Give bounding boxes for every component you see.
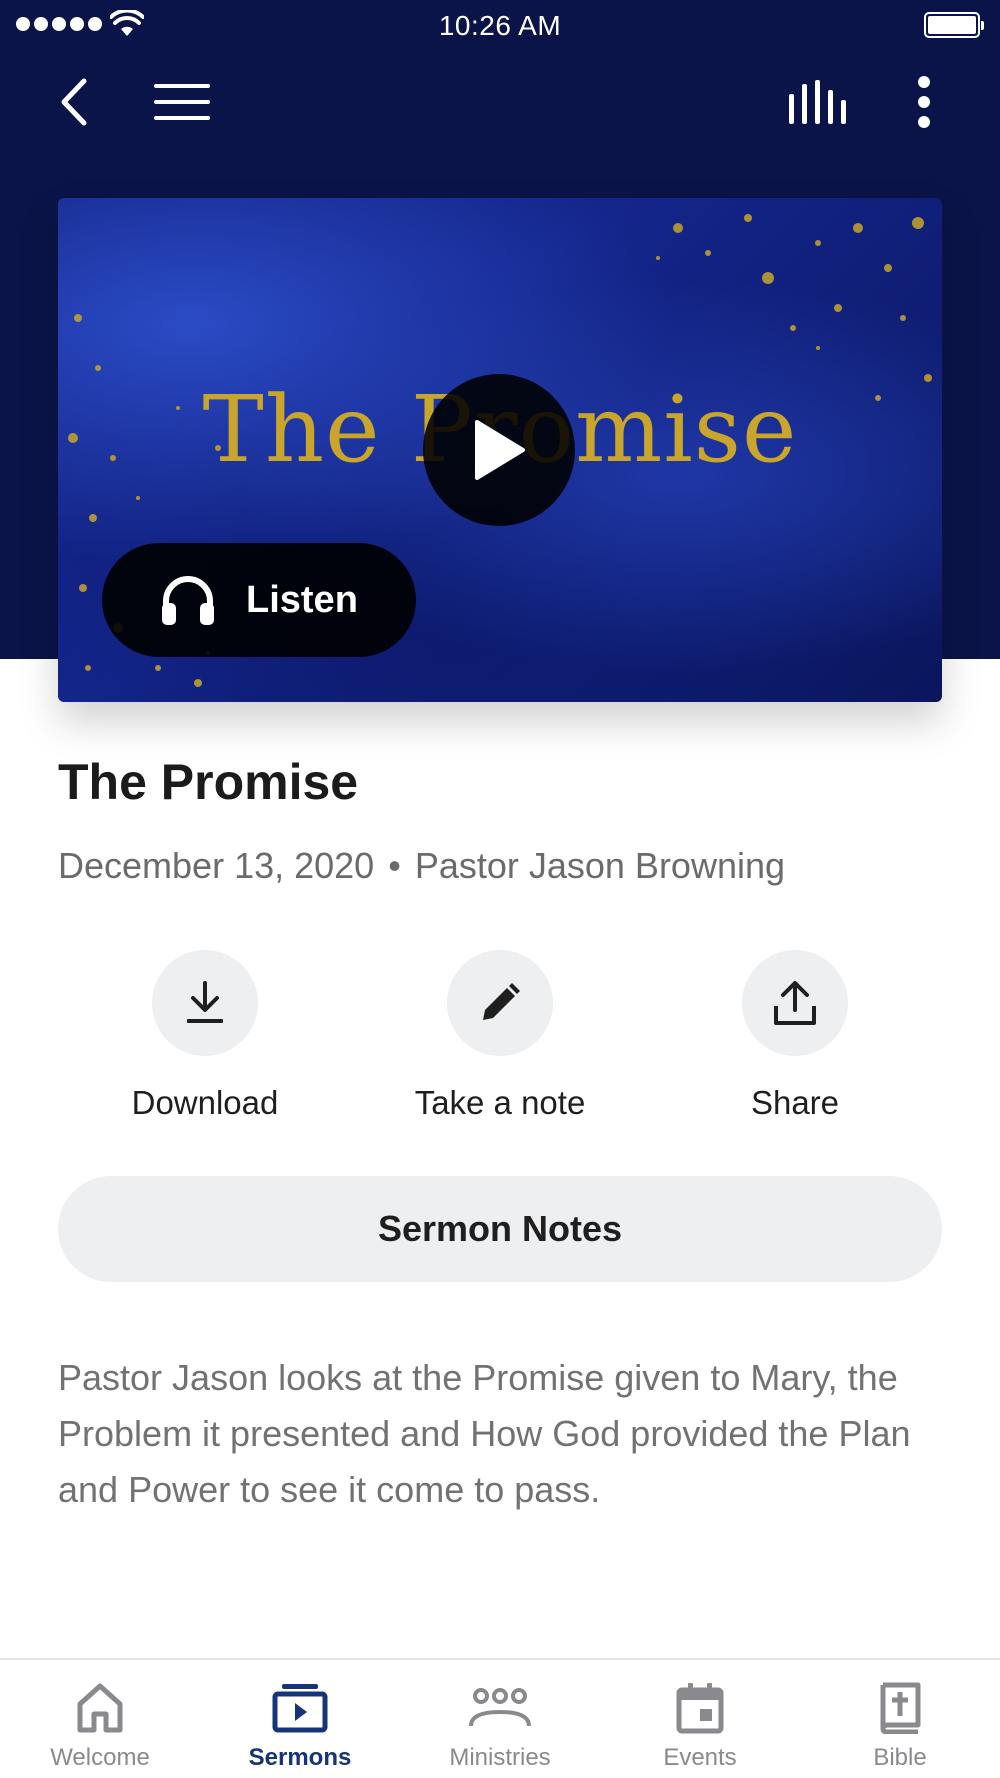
share-label: Share: [750, 1084, 840, 1121]
sermon-notes-button[interactable]: Sermon Notes: [58, 1176, 942, 1282]
audio-player-button[interactable]: [782, 66, 854, 138]
bottom-tab-bar: Welcome Sermons Ministries Events Bible: [0, 1658, 1000, 1778]
status-time: 10:26 AM: [438, 10, 562, 41]
menu-button[interactable]: [146, 66, 218, 138]
battery-icon: [924, 12, 984, 38]
play-button[interactable]: [423, 374, 575, 526]
back-button[interactable]: [38, 66, 110, 138]
download-circle: [152, 950, 258, 1056]
pencil-icon: [483, 983, 520, 1020]
equalizer-icon: [789, 80, 846, 124]
tab-welcome[interactable]: Welcome: [0, 1660, 200, 1778]
tab-sermons[interactable]: Sermons: [200, 1660, 400, 1778]
listen-button[interactable]: Listen: [102, 543, 416, 657]
tab-events[interactable]: Events: [600, 1660, 800, 1778]
take-note-button[interactable]: Take a note: [380, 950, 620, 1122]
groups-icon: [469, 1688, 531, 1727]
tab-welcome-label: Welcome: [50, 1744, 150, 1771]
share-circle: [742, 950, 848, 1056]
hamburger-icon: [154, 84, 210, 120]
meta-separator: •: [388, 845, 401, 886]
tab-sermons-label: Sermons: [248, 1744, 352, 1771]
download-label: Download: [131, 1084, 279, 1121]
listen-label: Listen: [246, 578, 358, 621]
home-icon: [77, 1683, 123, 1733]
calendar-icon: [676, 1683, 724, 1734]
share-icon: [774, 981, 816, 1025]
vertical-dots-icon: [918, 76, 930, 128]
tab-bible[interactable]: Bible: [800, 1660, 1000, 1778]
sermon-date: December 13, 2020: [58, 845, 375, 886]
tab-events-label: Events: [663, 1744, 737, 1771]
sermon-title: The Promise: [58, 754, 359, 810]
play-icon: [475, 420, 525, 480]
chevron-left-icon: [61, 78, 87, 126]
take-note-label: Take a note: [414, 1084, 586, 1121]
sermon-description: Pastor Jason looks at the Promise given …: [58, 1357, 911, 1510]
tab-ministries[interactable]: Ministries: [400, 1660, 600, 1778]
share-button[interactable]: Share: [675, 950, 915, 1122]
sermon-speaker: Pastor Jason Browning: [414, 845, 786, 886]
tab-bible-label: Bible: [873, 1744, 927, 1771]
status-bar: 10:26 AM: [0, 0, 1000, 50]
tab-ministries-label: Ministries: [449, 1744, 551, 1771]
sermon-meta: December 13, 2020 • Pastor Jason Brownin…: [58, 845, 785, 887]
sermon-artwork: The Promise Listen: [58, 198, 942, 702]
headphones-icon: [162, 576, 214, 625]
video-library-icon: [272, 1684, 328, 1733]
bible-icon: [880, 1682, 921, 1734]
download-button[interactable]: Download: [85, 950, 325, 1122]
take-note-circle: [447, 950, 553, 1056]
download-icon: [187, 981, 223, 1023]
more-options-button[interactable]: [888, 66, 960, 138]
